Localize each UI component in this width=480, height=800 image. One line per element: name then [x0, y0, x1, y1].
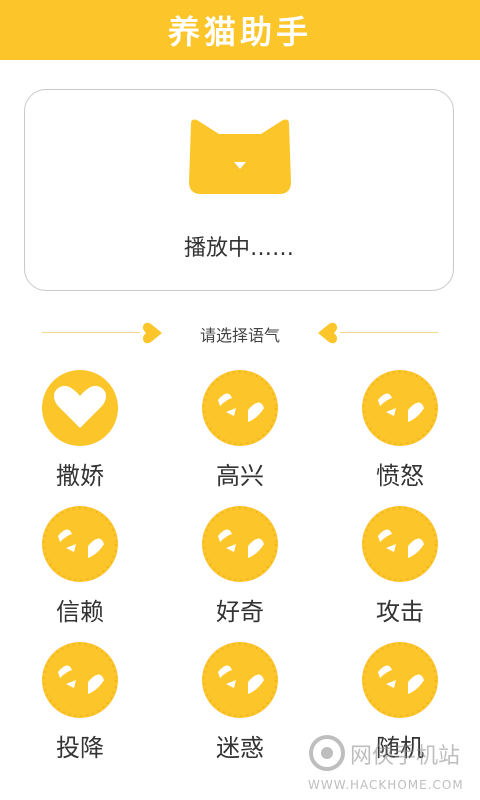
mood-item-sajiao[interactable]: 撒娇	[20, 370, 140, 500]
mood-item-gaoxing[interactable]: 高兴	[180, 370, 300, 500]
app-title: 养猫助手	[167, 13, 312, 51]
heart-icon	[53, 385, 107, 428]
mood-label: 迷惑	[216, 734, 264, 762]
mood-label: 撒娇	[56, 462, 104, 490]
mood-button[interactable]	[42, 370, 118, 446]
mood-item-mihuo[interactable]: 迷惑	[180, 642, 300, 772]
cat-mood-icon	[43, 643, 117, 717]
player-card: 播放中……	[24, 89, 454, 291]
mood-item-xinlai[interactable]: 信赖	[20, 506, 140, 636]
mood-button[interactable]	[42, 506, 118, 582]
mood-button[interactable]	[202, 370, 278, 446]
mood-button[interactable]	[362, 506, 438, 582]
cat-mood-icon	[363, 643, 437, 717]
mood-item-touxiang[interactable]: 投降	[20, 642, 140, 772]
divider-line-left	[42, 332, 140, 333]
cat-mood-icon	[363, 507, 437, 581]
divider-line-right	[340, 332, 438, 333]
watermark-name: 网侠手机站	[350, 744, 461, 769]
cat-mood-icon	[363, 371, 437, 445]
mood-label: 信赖	[56, 598, 104, 626]
heart-icon	[318, 322, 338, 344]
watermark-logo-icon	[309, 735, 345, 771]
cat-face-icon	[189, 119, 291, 194]
mood-item-haoqi[interactable]: 好奇	[180, 506, 300, 636]
cat-mood-icon	[203, 371, 277, 445]
mood-item-fennu[interactable]: 愤怒	[340, 370, 460, 500]
watermark-url: WWW.HACKHOME.COM	[308, 778, 464, 792]
heart-icon	[142, 322, 162, 344]
mood-button[interactable]	[202, 642, 278, 718]
mood-label: 攻击	[376, 598, 424, 626]
mood-item-gongji[interactable]: 攻击	[340, 506, 460, 636]
mood-button[interactable]	[362, 370, 438, 446]
mood-button[interactable]	[202, 506, 278, 582]
app-header: 养猫助手	[0, 0, 480, 60]
mood-label: 高兴	[216, 462, 264, 490]
mood-button[interactable]	[42, 642, 118, 718]
mood-label: 投降	[56, 734, 104, 762]
cat-mood-icon	[203, 643, 277, 717]
watermark: 网侠手机站 WWW.HACKHOME.COM	[308, 732, 478, 796]
section-divider: 请选择语气	[40, 318, 440, 348]
mood-button[interactable]	[362, 642, 438, 718]
cat-mood-icon	[43, 507, 117, 581]
mood-section-label: 请选择语气	[199, 326, 280, 345]
cat-mood-icon	[203, 507, 277, 581]
mood-label: 愤怒	[376, 462, 424, 490]
mood-label: 好奇	[216, 598, 264, 626]
playback-status: 播放中……	[183, 236, 294, 261]
